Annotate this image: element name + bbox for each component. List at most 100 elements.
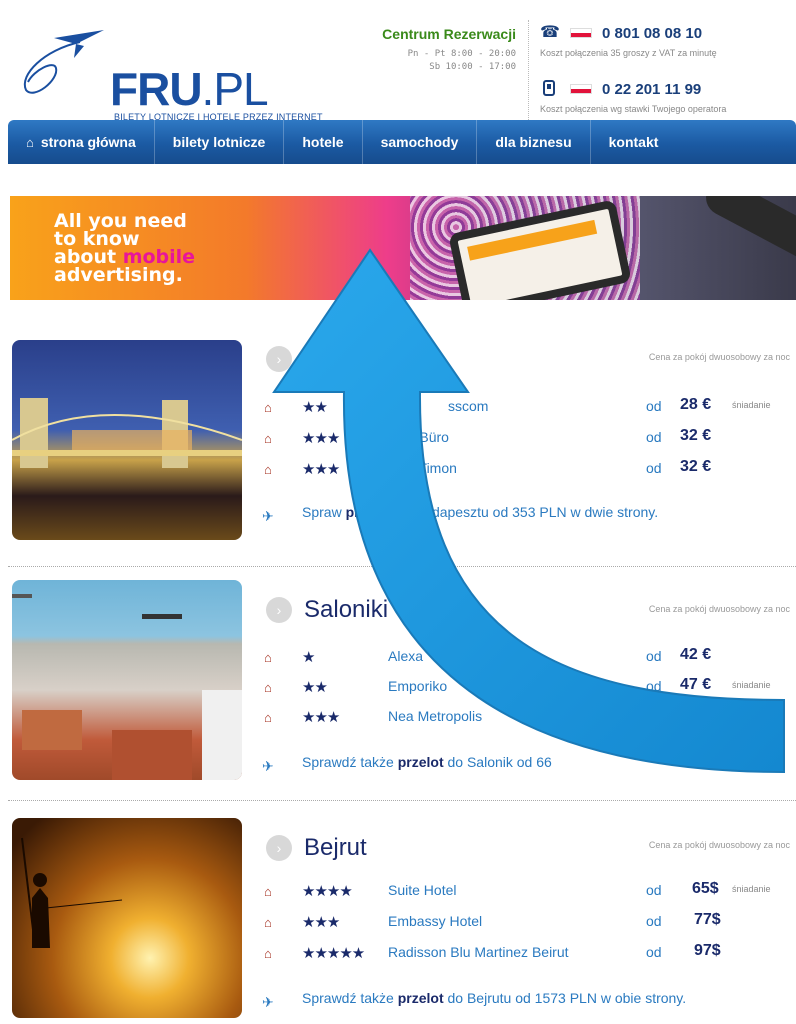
expand-arrow-icon[interactable]: › <box>266 597 292 623</box>
house-icon: ⌂ <box>264 462 272 477</box>
hotel-name[interactable]: nsion Büro <box>382 429 449 445</box>
hotel-price: 28 € <box>680 396 712 413</box>
destination-photo[interactable] <box>12 818 242 1018</box>
price-from: od <box>646 648 662 664</box>
hotel-row[interactable]: ⌂ ★ Alexa od 42 € <box>264 646 796 670</box>
house-icon: ⌂ <box>264 431 272 446</box>
star-rating: ★★★★★ <box>302 945 365 962</box>
logo-text: FRU.PL <box>110 63 269 115</box>
hotel-row[interactable]: ⌂ ★★★★ Suite Hotel od 65$ śniadanie <box>264 880 796 904</box>
hotel-name[interactable]: Alexa <box>388 648 423 664</box>
section-divider <box>8 800 796 801</box>
house-icon: ⌂ <box>264 884 272 899</box>
price-note: Cena za pokój dwuosobowy za noc <box>648 352 790 362</box>
price-from: od <box>646 944 662 960</box>
hotel-price: 42 € <box>680 646 712 663</box>
destination-photo[interactable] <box>12 580 242 780</box>
reservation-center: Centrum Rezerwacji Pn - Pt 8:00 - 20:00 … <box>352 26 516 74</box>
polish-flag-icon <box>570 28 592 38</box>
hotel-row[interactable]: ⌂ ★★★ Embassy Hotel od 77$ <box>264 911 796 935</box>
city-image <box>12 594 242 780</box>
banner-device-image <box>699 196 796 271</box>
flight-offer-link[interactable]: ✈ Sprawdź także przelot do Salonik od 66 <box>262 752 782 774</box>
hotel-name[interactable]: Nea Metropolis <box>388 708 482 724</box>
opening-hours: Pn - Pt 8:00 - 20:00 Sb 10:00 - 17:00 <box>352 48 516 74</box>
bridge-image <box>12 398 242 468</box>
section-divider <box>8 566 796 567</box>
star-rating: ★★★ <box>302 709 340 726</box>
plane-icon: ✈ <box>262 758 274 774</box>
breakfast-note: śniadanie <box>732 884 771 894</box>
hotel-name[interactable]: Radisson Blu Martinez Beirut <box>388 944 569 960</box>
ad-banner[interactable]: All you need to know about mobile advert… <box>10 196 796 300</box>
home-icon: ⌂ <box>26 135 34 150</box>
hotel-row[interactable]: ⌂ ★★ sscom od 28 € śniadanie <box>264 396 796 420</box>
destination-section: › Bejrut Cena za pokój dwuosobowy za noc… <box>0 818 796 1024</box>
hotel-name[interactable]: Embassy Hotel <box>388 913 482 929</box>
phone-note-2: Koszt połączenia wg stawki Twojego opera… <box>540 104 727 114</box>
hotel-price: 32 € <box>680 427 712 444</box>
hotel-price: 65$ <box>692 880 719 897</box>
price-note: Cena za pokój dwuosobowy za noc <box>648 604 790 614</box>
header-divider <box>528 20 529 120</box>
phone-note-1: Koszt połączenia 35 groszy z VAT za minu… <box>540 48 717 58</box>
destination-photo[interactable] <box>12 340 242 540</box>
price-from: od <box>646 882 662 898</box>
hotel-name[interactable]: Suite Hotel <box>388 882 456 898</box>
hotel-name[interactable]: Emporiko <box>388 678 447 694</box>
hotel-row[interactable]: ⌂ ★★ Emporiko od 47 € śniadanie <box>264 676 796 700</box>
hotel-price: 47 € <box>680 676 712 693</box>
price-from: od <box>646 398 662 414</box>
star-rating: ★★★ <box>302 461 340 478</box>
house-icon: ⌂ <box>264 710 272 725</box>
nav-item-cars[interactable]: samochody <box>363 120 478 164</box>
nav-item-contact[interactable]: kontakt <box>591 120 677 164</box>
house-icon: ⌂ <box>264 400 272 415</box>
price-from: od <box>646 429 662 445</box>
house-icon: ⌂ <box>264 946 272 961</box>
house-icon: ⌂ <box>264 680 272 695</box>
fisherman-image <box>21 837 123 948</box>
hotel-price: 32 € <box>680 458 712 475</box>
hotel-row[interactable]: ⌂ ★★★★★ Radisson Blu Martinez Beirut od … <box>264 942 796 966</box>
star-rating: ★★ <box>302 679 328 696</box>
expand-arrow-icon[interactable]: › <box>266 346 292 372</box>
hotel-row[interactable]: ⌂ ★★★ el Timon od 32 € <box>264 458 796 482</box>
phone-number-1[interactable]: 0 801 08 08 10 <box>602 25 702 42</box>
plane-icon: ✈ <box>262 508 274 524</box>
star-rating: ★★★★ <box>302 883 353 900</box>
hotel-row[interactable]: ⌂ ★★★ Nea Metropolis <box>264 706 796 730</box>
nav-item-flights[interactable]: bilety lotnicze <box>155 120 285 164</box>
main-nav: ⌂ strona główna bilety lotnicze hotele sa… <box>8 120 796 164</box>
star-rating: ★ <box>302 649 315 666</box>
flight-offer-link[interactable]: ✈ Sprawdź także przelot do Bejrutu od 15… <box>262 988 782 1010</box>
expand-arrow-icon[interactable]: › <box>266 835 292 861</box>
destination-section: › Saloniki Cena za pokój dwuosobowy za n… <box>0 580 796 820</box>
hotel-price: 97$ <box>694 942 721 959</box>
house-icon: ⌂ <box>264 650 272 665</box>
price-from: od <box>646 678 662 694</box>
city-name[interactable]: Bejrut <box>304 834 367 862</box>
city-name[interactable]: Saloniki <box>304 596 388 624</box>
nav-item-business[interactable]: dla biznesu <box>477 120 591 164</box>
hotel-row[interactable]: ⌂ ★★★ nsion Büro od 32 € <box>264 427 796 451</box>
phone-landline: ☎ 0 801 08 08 10 Koszt połączenia 35 gro… <box>540 22 796 58</box>
breakfast-note: śniadanie <box>732 400 771 410</box>
nav-item-hotels[interactable]: hotele <box>284 120 363 164</box>
star-rating: ★★★ <box>302 430 340 447</box>
nav-item-home[interactable]: ⌂ strona główna <box>8 120 155 164</box>
hotel-name[interactable]: el Timon <box>404 460 457 476</box>
star-rating: ★★★ <box>302 914 340 931</box>
site-header: FRU.PL BILETY LOTNICZE I HOTELE PRZEZ IN… <box>0 0 796 122</box>
phone-mobile: 0 22 201 11 99 Koszt połączenia wg stawk… <box>540 78 796 114</box>
flight-offer-link[interactable]: ✈ Spraw przelot do Budapesztu od 353 PLN… <box>262 502 782 524</box>
destination-section: › B Cena za pokój dwuosobowy za noc ⌂ ★★… <box>0 340 796 580</box>
city-name[interactable]: B <box>304 342 320 370</box>
phone-number-2[interactable]: 0 22 201 11 99 <box>602 81 701 98</box>
hotel-price: 77$ <box>694 911 721 928</box>
hotel-name[interactable]: sscom <box>448 398 488 414</box>
telephone-icon: ☎ <box>540 24 560 41</box>
mobile-phone-icon <box>540 80 558 98</box>
site-logo[interactable]: FRU.PL BILETY LOTNICZE I HOTELE PRZEZ IN… <box>14 20 354 122</box>
plane-icon: ✈ <box>262 994 274 1010</box>
